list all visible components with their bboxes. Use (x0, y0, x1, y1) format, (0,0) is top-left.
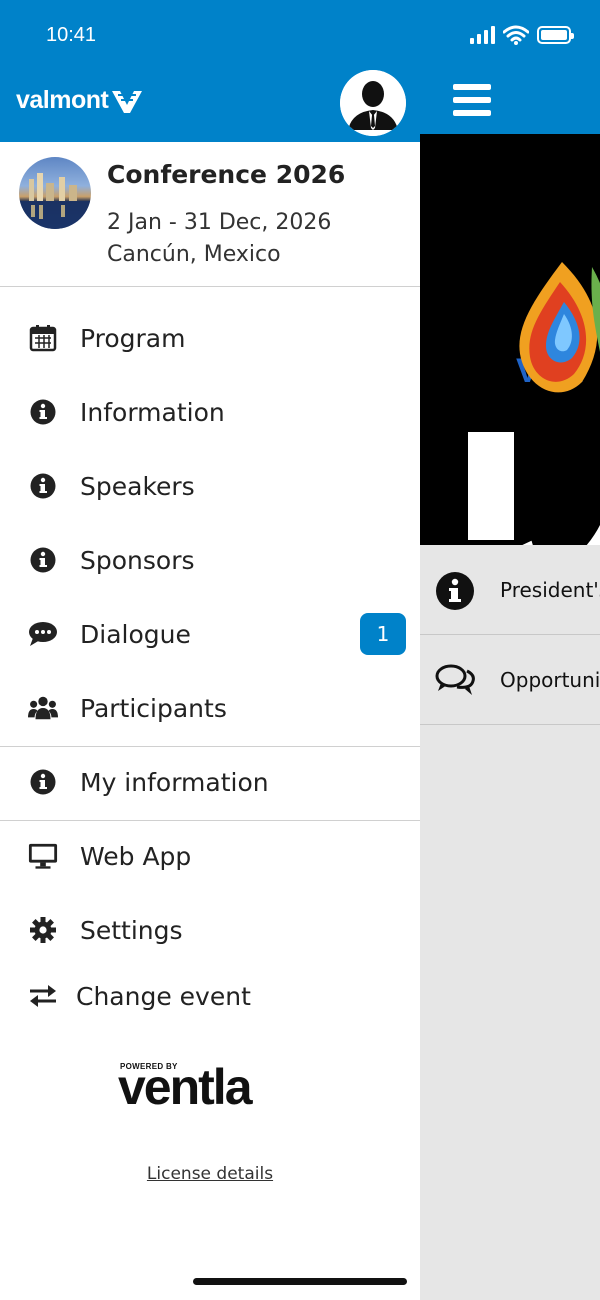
menu-item-settings[interactable]: Settings (0, 893, 420, 967)
swap-arrows-icon (28, 981, 58, 1011)
feed-item[interactable]: Opportuni (420, 635, 600, 725)
menu-label: Information (80, 397, 225, 427)
menu-item-program[interactable]: Program (0, 301, 420, 375)
home-indicator (193, 1278, 407, 1285)
menu-item-information[interactable]: Information (0, 375, 420, 449)
background-app: VAL President's (420, 0, 600, 1300)
feed-item[interactable]: President's (420, 545, 600, 635)
menu-item-web-app[interactable]: Web App (0, 819, 420, 893)
status-icons (470, 25, 574, 45)
flame-drop-icon (519, 262, 600, 393)
users-icon (28, 693, 58, 723)
drawer-header: 10:41 valmont (0, 0, 420, 142)
info-icon (436, 572, 474, 610)
valmont-v-icon (112, 90, 143, 113)
event-dates: 2 Jan - 31 Dec, 2026 (107, 210, 332, 235)
menu-item-participants[interactable]: Participants (0, 671, 420, 745)
event-thumbnail (19, 157, 91, 229)
calendar-icon (28, 323, 58, 353)
brand-logo: valmont (16, 86, 143, 115)
feed-item-text: President's (500, 578, 600, 602)
background-app-header (420, 0, 600, 134)
navigation-drawer: 10:41 valmont Conference 2026 2 Jan - 31… (0, 0, 420, 1300)
license-details-link[interactable]: License details (0, 1164, 420, 1184)
banner-graphic (468, 432, 514, 540)
info-icon (28, 471, 58, 501)
status-time: 10:41 (46, 24, 97, 46)
event-title: Conference 2026 (107, 160, 346, 189)
signal-icon (470, 26, 495, 44)
brand-name: valmont (16, 86, 109, 114)
ventla-logo: ventla (118, 1059, 253, 1115)
unread-badge: 1 (360, 613, 406, 655)
user-avatar[interactable] (340, 70, 406, 136)
chat-icon (28, 619, 58, 649)
monitor-icon (28, 841, 58, 871)
event-location: Cancún, Mexico (107, 242, 281, 267)
info-icon (28, 397, 58, 427)
menu-label: Dialogue (80, 619, 191, 649)
menu-label: Sponsors (80, 545, 195, 575)
info-icon (28, 545, 58, 575)
current-event[interactable]: Conference 2026 2 Jan - 31 Dec, 2026 Can… (0, 142, 420, 287)
person-silhouette-icon (340, 70, 406, 136)
feed-item-text: Opportuni (500, 668, 600, 692)
menu-item-sponsors[interactable]: Sponsors (0, 523, 420, 597)
event-banner: VAL (420, 134, 600, 545)
menu-label: Program (80, 323, 186, 353)
wifi-icon (503, 25, 529, 45)
hamburger-menu-icon[interactable] (453, 84, 491, 116)
gear-icon (28, 915, 58, 945)
menu-label: My information (80, 767, 269, 797)
menu-label: Change event (76, 981, 251, 1011)
menu-item-change-event[interactable]: Change event (0, 959, 420, 1033)
menu-item-dialogue[interactable]: Dialogue 1 (0, 597, 420, 671)
menu-label: Participants (80, 693, 227, 723)
menu-label: Speakers (80, 471, 195, 501)
menu-label: Web App (80, 841, 192, 871)
feed-list: President's Opportuni (420, 545, 600, 725)
info-icon (28, 767, 58, 797)
menu-label: Settings (80, 915, 183, 945)
chat-bubbles-icon (435, 664, 475, 695)
menu-item-my-information[interactable]: My information (0, 745, 420, 819)
menu-item-speakers[interactable]: Speakers (0, 449, 420, 523)
battery-icon (537, 26, 574, 44)
